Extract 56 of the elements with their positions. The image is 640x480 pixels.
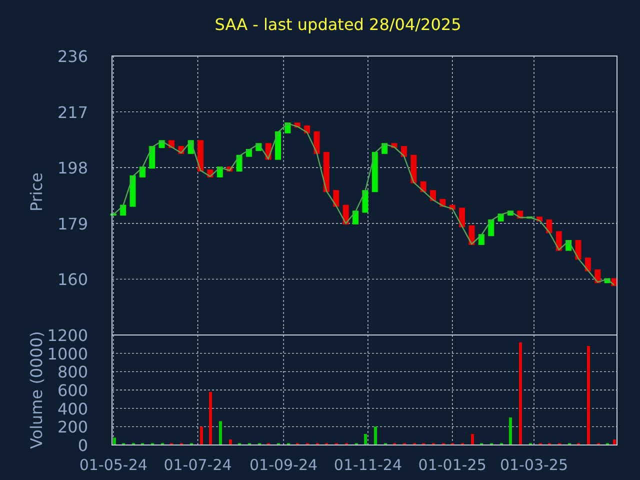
price-candle: [294, 122, 300, 128]
axis-tick-label: 01-11-24: [334, 456, 402, 474]
price-candle: [584, 258, 591, 272]
axis-tick-label: 01-05-24: [79, 456, 148, 474]
price-candle: [333, 190, 340, 207]
axis-tick-label: 198: [57, 158, 88, 178]
price-candle: [575, 240, 582, 260]
axis-tick-label: 01-03-25: [500, 456, 568, 474]
axis-title: Price: [27, 172, 46, 212]
axis-tick-label: 01-07-24: [164, 456, 232, 474]
price-candle: [459, 208, 466, 228]
price-candle: [275, 131, 282, 160]
volume-bar: [200, 426, 203, 445]
volume-bar: [613, 440, 616, 445]
axis-title: Volume (0000): [27, 331, 46, 449]
price-candle: [130, 175, 136, 207]
price-candle: [149, 146, 156, 169]
axis-tick-label: 217: [57, 102, 88, 122]
price-candle: [391, 143, 398, 148]
price-candle: [526, 216, 533, 219]
price-candle: [362, 190, 368, 213]
axis-tick-label: 160: [57, 270, 88, 290]
price-candle: [556, 231, 562, 251]
volume-bar: [209, 392, 212, 445]
price-candle: [536, 216, 543, 222]
price-candle: [546, 219, 552, 234]
axis-tick-label: 200: [57, 418, 88, 437]
price-candle: [507, 210, 514, 216]
axis-tick-label: 800: [57, 362, 88, 382]
volume-bar: [219, 421, 222, 445]
price-candle: [323, 152, 330, 192]
price-candle: [372, 152, 378, 192]
axis-tick-label: 236: [57, 48, 88, 66]
axis-tick-label: 600: [57, 381, 88, 400]
price-candle: [314, 131, 320, 154]
price-candle: [410, 154, 417, 184]
volume-bar: [374, 426, 377, 445]
axis-tick-label: 1200: [47, 327, 88, 345]
axis-tick-label: 179: [57, 214, 88, 234]
axis-tick-label: 400: [57, 399, 88, 418]
axis-tick-label: 1000: [47, 344, 88, 364]
volume-bar: [229, 440, 232, 445]
price-candle: [352, 210, 358, 224]
axis-tick-label: 01-09-24: [250, 456, 318, 474]
price-candle: [449, 204, 456, 210]
axis-tick-label: 01-01-25: [418, 456, 486, 474]
price-candle: [226, 166, 233, 172]
volume-bar: [509, 418, 512, 445]
volume-bar: [113, 438, 116, 445]
price-candle: [198, 140, 204, 172]
price-candle: [420, 181, 426, 192]
volume-bar: [364, 434, 367, 445]
chart-title: SAA - last updated 28/04/2025: [214, 14, 462, 34]
volume-bar: [471, 434, 474, 445]
axis-tick-label: 0: [78, 436, 88, 455]
price-candle: [110, 214, 116, 216]
